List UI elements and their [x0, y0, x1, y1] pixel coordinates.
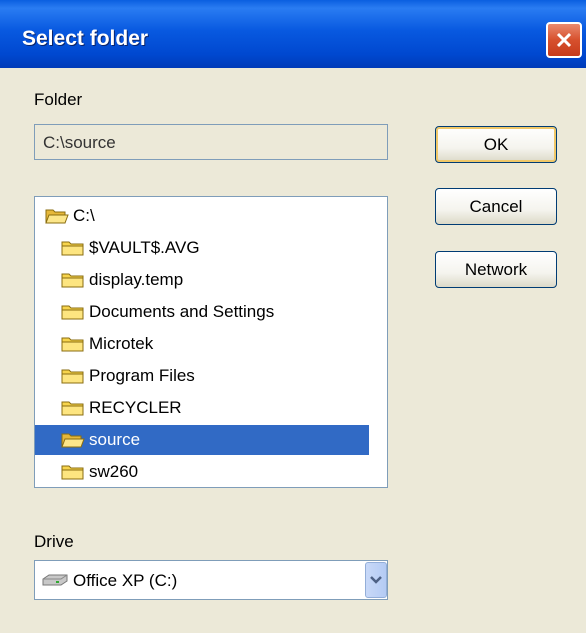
- folder-open-icon: [61, 433, 85, 448]
- tree-item[interactable]: Program Files: [35, 361, 369, 391]
- tree-item[interactable]: display.temp: [35, 265, 369, 295]
- cancel-button[interactable]: Cancel: [435, 188, 557, 225]
- tree-item[interactable]: $VAULT$.AVG: [35, 233, 369, 263]
- folder-icon: [61, 401, 84, 416]
- ok-button[interactable]: OK: [435, 126, 557, 163]
- folder-icon: [61, 337, 84, 352]
- tree-item-label: source: [89, 430, 141, 449]
- tree-item[interactable]: RECYCLER: [35, 393, 369, 423]
- folder-icon: [61, 273, 84, 288]
- folder-icon: [61, 369, 84, 384]
- drive-label: Drive: [34, 532, 74, 551]
- chevron-down-icon: [370, 576, 382, 584]
- tree-item-label: C:\: [73, 206, 95, 225]
- window-title: Select folder: [22, 27, 149, 50]
- tree-item[interactable]: C:\: [35, 201, 369, 231]
- folder-icon: [61, 305, 84, 320]
- drive-dropdown-button[interactable]: [365, 562, 387, 598]
- tree-item[interactable]: Documents and Settings: [35, 297, 369, 327]
- tree-item-label: sw260: [89, 462, 139, 481]
- tree-item-label: Documents and Settings: [89, 302, 275, 321]
- folder-tree[interactable]: C:\ $VAULT$.AVG display.temp Documents and …: [34, 196, 388, 488]
- tree-item-label: RECYCLER: [89, 398, 182, 417]
- drive-select[interactable]: Office XP (C:): [34, 560, 388, 600]
- title-bar[interactable]: Select folder: [0, 0, 586, 68]
- tree-item[interactable]: sw260: [35, 457, 369, 487]
- folder-icon: [61, 241, 84, 256]
- tree-item-label: display.temp: [89, 270, 184, 289]
- tree-item-label: Microtek: [89, 334, 154, 353]
- tree-item-label: Program Files: [89, 366, 195, 385]
- close-button[interactable]: [546, 22, 582, 58]
- folder-icon: [61, 465, 84, 480]
- close-icon: [556, 32, 572, 48]
- folder-path-field: C:\source: [34, 124, 388, 160]
- drive-value: Office XP (C:): [73, 571, 178, 590]
- folder-open-icon: [45, 209, 69, 224]
- folder-label: Folder: [34, 90, 83, 109]
- tree-item[interactable]: Microtek: [35, 329, 369, 359]
- tree-item[interactable]: source: [35, 425, 369, 455]
- network-button[interactable]: Network: [435, 251, 557, 288]
- drive-icon: [42, 574, 68, 586]
- tree-item-label: $VAULT$.AVG: [89, 238, 200, 257]
